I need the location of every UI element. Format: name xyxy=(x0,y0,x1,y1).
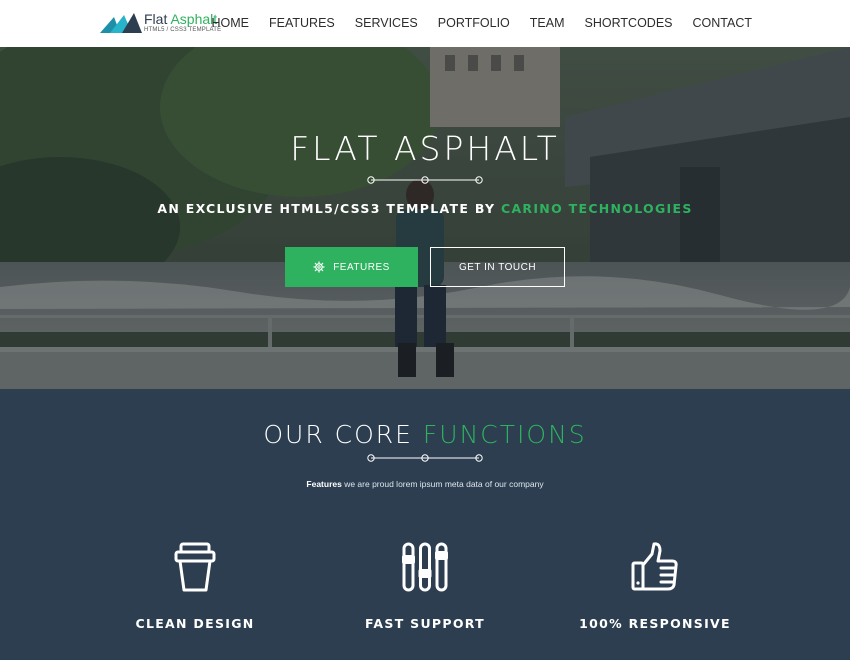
nav-services[interactable]: SERVICES xyxy=(345,15,428,31)
features-button-label: FEATURES xyxy=(333,261,390,273)
hero-title: FLAT ASPHALT xyxy=(290,129,560,168)
feature-responsive: 100% RESPONSIVE xyxy=(575,541,735,641)
gear-icon xyxy=(313,261,325,273)
nav-home[interactable]: HOME xyxy=(202,15,260,31)
section-description: Features we are proud lorem ipsum meta d… xyxy=(306,479,544,489)
feature-label: CLEAN DESIGN xyxy=(135,616,255,631)
hero-subtitle: AN EXCLUSIVE HTML5/CSS3 TEMPLATE BY CARI… xyxy=(157,201,693,216)
thumbs-up-icon xyxy=(631,542,678,591)
nav-team[interactable]: TEAM xyxy=(520,15,575,31)
main-nav: HOME FEATURES SERVICES PORTFOLIO TEAM SH… xyxy=(202,15,762,31)
hero-divider xyxy=(367,176,483,184)
sliders-icon xyxy=(402,542,448,592)
nav-portfolio[interactable]: PORTFOLIO xyxy=(428,15,520,31)
feature-label: FAST SUPPORT xyxy=(365,616,485,631)
feature-fast-support: FAST SUPPORT xyxy=(345,541,505,641)
hero-background-photo xyxy=(0,47,850,389)
nav-contact[interactable]: CONTACT xyxy=(683,15,763,31)
nav-features[interactable]: FEATURES xyxy=(259,15,345,31)
cup-icon xyxy=(174,542,216,592)
section-title: OUR CORE FUNCTIONS xyxy=(263,420,587,449)
core-functions-section: OUR CORE FUNCTIONS Features we are proud… xyxy=(0,389,850,660)
feature-label: 100% RESPONSIVE xyxy=(579,616,731,631)
site-header: Flat Asphalt HTML5 / CSS3 TEMPLATE HOME … xyxy=(0,0,850,47)
section-divider xyxy=(367,454,483,462)
get-in-touch-button[interactable]: GET IN TOUCH xyxy=(430,247,565,287)
feature-clean-design: CLEAN DESIGN xyxy=(115,541,275,641)
get-in-touch-label: GET IN TOUCH xyxy=(458,261,537,273)
features-button[interactable]: FEATURES xyxy=(285,247,418,287)
nav-shortcodes[interactable]: SHORTCODES xyxy=(575,15,683,31)
logo-mark-icon xyxy=(100,13,142,33)
hero-section: FLAT ASPHALT AN EXCLUSIVE HTML5/CSS3 TEM… xyxy=(0,47,850,389)
